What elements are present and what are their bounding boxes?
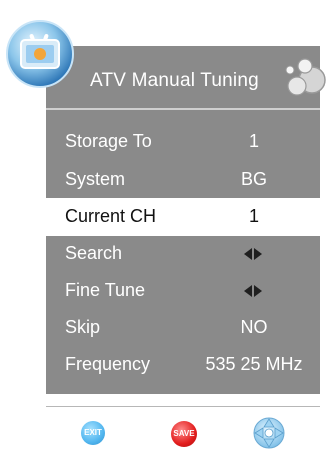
navigation-pad-icon[interactable] xyxy=(252,416,286,450)
menu-item-value: 1 xyxy=(248,131,259,151)
menu-item-storage-to[interactable]: Storage To 1 xyxy=(46,123,320,161)
menu-item-label: Skip xyxy=(65,317,101,337)
menu-item-label: System xyxy=(65,169,126,189)
menu-item-label: Current CH xyxy=(65,206,157,226)
footer-bar: EXIT SAVE xyxy=(46,406,320,458)
menu-item-value: 535 25 MHz xyxy=(205,354,303,374)
menu-item-value: BG xyxy=(240,169,267,189)
menu-item-label: Storage To xyxy=(65,131,152,151)
tv-logo-icon xyxy=(6,20,74,88)
left-right-arrows-icon[interactable] xyxy=(244,248,262,260)
save-button[interactable]: SAVE xyxy=(171,421,197,447)
menu-item-skip[interactable]: Skip NO xyxy=(46,309,320,347)
exit-button[interactable]: EXIT xyxy=(81,421,105,445)
menu-item-value: 1 xyxy=(248,206,259,226)
tuning-menu: Storage To 1 System BG Current CH 1 Sear… xyxy=(46,110,320,394)
menu-item-label: Search xyxy=(65,243,123,263)
menu-item-label: Fine Tune xyxy=(65,280,146,300)
menu-item-search[interactable]: Search xyxy=(46,235,320,273)
left-right-arrows-icon[interactable] xyxy=(244,285,262,297)
menu-item-current-ch[interactable]: Current CH 1 xyxy=(46,198,320,236)
menu-item-fine-tune[interactable]: Fine Tune xyxy=(46,272,320,310)
decorative-bubbles-icon xyxy=(285,58,326,96)
page-title: ATV Manual Tuning xyxy=(90,70,259,91)
menu-item-label: Frequency xyxy=(65,354,151,374)
menu-item-system[interactable]: System BG xyxy=(46,161,320,199)
menu-item-frequency[interactable]: Frequency 535 25 MHz xyxy=(46,346,320,384)
menu-item-value: NO xyxy=(240,317,268,337)
